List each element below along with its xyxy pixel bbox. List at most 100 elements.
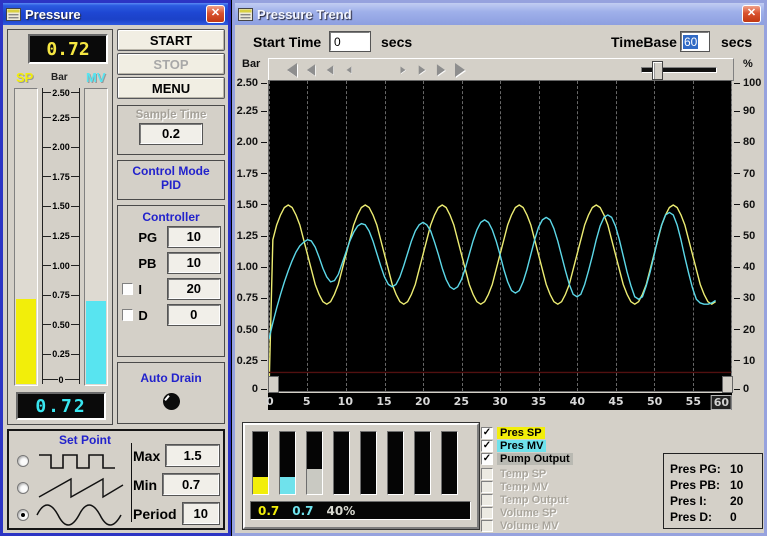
param-row: Pres PB: 10 — [670, 477, 756, 493]
pan-right-icon[interactable] — [436, 63, 446, 76]
chart-toolbar — [268, 58, 734, 81]
trace-label: Temp SP — [500, 468, 547, 480]
setpoint-divider — [131, 443, 132, 522]
zoom-slider-thumb[interactable] — [652, 61, 663, 80]
gauge-scale-tick: 0.25 — [43, 349, 79, 359]
pan-left-fast-icon[interactable] — [287, 62, 297, 77]
trace-checkbox[interactable] — [481, 468, 493, 480]
right-axis-unit: % — [743, 58, 753, 70]
pan-left-icon[interactable] — [306, 63, 316, 76]
step-left-icon[interactable] — [326, 64, 334, 75]
x-axis-label: 50 — [647, 395, 663, 408]
x-axis-label: 20 — [415, 395, 431, 408]
trace-label: Volume MV — [500, 520, 559, 532]
nudge-left-icon[interactable] — [346, 66, 352, 73]
pressure-titlebar[interactable]: Pressure ✕ — [3, 3, 228, 25]
trace-label: Volume SP — [500, 507, 557, 519]
param-label: Pres PG: — [670, 462, 721, 476]
setpoint-row-field[interactable]: 1.5 — [165, 444, 220, 467]
right-axis-ticks: 100 90 80 70 60 50 40 30 20 10 0 — [734, 77, 764, 395]
sample-time-field[interactable]: 0.2 — [139, 123, 203, 145]
setpoint-row-label: Min — [133, 476, 158, 493]
trace-checkbox[interactable] — [481, 520, 493, 532]
controller-row-field[interactable]: 10 — [166, 226, 222, 248]
bar-readout: 0.7 0.7 40% — [250, 501, 471, 520]
start-button[interactable]: START — [117, 29, 225, 51]
nudge-right-icon[interactable] — [400, 66, 406, 73]
app-icon — [238, 7, 253, 21]
trace-checkbox[interactable] — [481, 481, 493, 493]
axis-tick: 0.75 — [237, 292, 267, 304]
axis-tick: 0 — [734, 383, 749, 395]
trace-label: Pump Output — [497, 453, 573, 465]
setpoint-row-field[interactable]: 10 — [181, 502, 221, 525]
waveform-radio-sine[interactable] — [17, 509, 29, 521]
trend-titlebar[interactable]: Pressure Trend ✕ — [235, 3, 764, 25]
controller-row-field[interactable]: 10 — [166, 252, 222, 274]
close-icon[interactable]: ✕ — [206, 5, 225, 23]
controller-row-field[interactable]: 0 — [166, 304, 222, 326]
x-axis-strip: 0 5 10 15 20 25 30 35 40 45 50 55 60 — [266, 393, 732, 410]
controller-group: Controller PG 10 PB 10 I 20 D 0 — [117, 205, 225, 357]
controller-row: PB 10 — [122, 250, 222, 276]
waveform-radio-sawtooth[interactable] — [17, 482, 29, 494]
trace-checkbox[interactable]: ✓ — [481, 427, 493, 439]
gauge-scale-tick: 0.75 — [43, 290, 79, 300]
auto-drain-knob[interactable] — [162, 393, 180, 410]
mini-bar — [441, 431, 458, 495]
pressure-window: Pressure ✕ 0.72 SP Bar MV 2.50 2.25 2.00 1.… — [0, 0, 231, 536]
close-icon[interactable]: ✕ — [742, 5, 761, 23]
param-row: Pres PG: 10 — [670, 461, 756, 477]
trace-checkbox[interactable] — [481, 507, 493, 519]
start-time-input[interactable]: 0 — [329, 31, 371, 52]
x-axis-label: 45 — [608, 395, 624, 408]
auto-drain-label: Auto Drain — [140, 371, 202, 385]
mini-bar — [333, 431, 350, 495]
left-axis-ticks: 2.50 2.25 2.00 1.75 1.50 1.25 1.00 0.75 0.50 0.25… — [235, 77, 267, 395]
gauge-scale-tick: 1.25 — [43, 231, 79, 241]
trace-checkbox[interactable]: ✓ — [481, 453, 493, 465]
gauge-scale-tick: 1.00 — [43, 261, 79, 271]
controller-row-field[interactable]: 20 — [166, 278, 222, 300]
stop-button[interactable]: STOP — [117, 53, 225, 75]
param-value: 10 — [730, 462, 744, 476]
trend-plot[interactable] — [268, 80, 732, 392]
pan-right-fast-icon[interactable] — [455, 62, 465, 77]
mv-display: 0.72 — [16, 392, 106, 420]
axis-tick: 1.00 — [237, 261, 267, 273]
waveform-radio-square[interactable] — [17, 455, 29, 467]
x-axis-label: 0 — [266, 395, 274, 408]
timebase-input[interactable]: 60 — [680, 31, 710, 52]
param-row: Pres D: 0 — [670, 509, 756, 525]
legend-row: Temp MV — [481, 481, 573, 493]
setpoint-row-label: Max — [133, 447, 161, 464]
trace-label: Pres SP — [497, 427, 545, 439]
mv-gauge-track[interactable] — [84, 88, 108, 386]
gauge-scale-tick: 1.75 — [43, 172, 79, 182]
sp-gauge-track[interactable] — [14, 88, 38, 386]
trace-label: Temp Output — [500, 494, 568, 506]
trace-checkbox[interactable]: ✓ — [481, 440, 493, 452]
controller-checkbox[interactable] — [122, 309, 134, 321]
axis-tick: 0.50 — [237, 324, 267, 336]
zoom-slider-track[interactable] — [641, 61, 717, 80]
step-right-icon[interactable] — [418, 64, 426, 75]
axis-tick: 90 — [734, 105, 755, 117]
x-axis-label: 30 — [492, 395, 508, 408]
controller-checkbox[interactable] — [122, 283, 134, 295]
control-mode-group[interactable]: Control Mode PID — [117, 160, 225, 200]
controller-row-label: PB — [138, 255, 157, 271]
axis-tick: 40 — [734, 261, 755, 273]
setpoint-row-field[interactable]: 0.7 — [162, 473, 220, 496]
axis-tick: 2.50 — [237, 77, 267, 89]
x-axis-label: 5 — [302, 395, 311, 408]
grid-line — [731, 81, 732, 391]
gauge-scale-tick: 2.00 — [43, 142, 79, 152]
mini-bar — [306, 431, 323, 495]
mini-bar — [279, 431, 296, 495]
trace-checkbox[interactable] — [481, 494, 493, 506]
axis-tick: 1.25 — [237, 230, 267, 242]
menu-button[interactable]: MENU — [117, 77, 225, 99]
mini-bar — [252, 431, 269, 495]
legend-row: Temp Output — [481, 494, 573, 506]
